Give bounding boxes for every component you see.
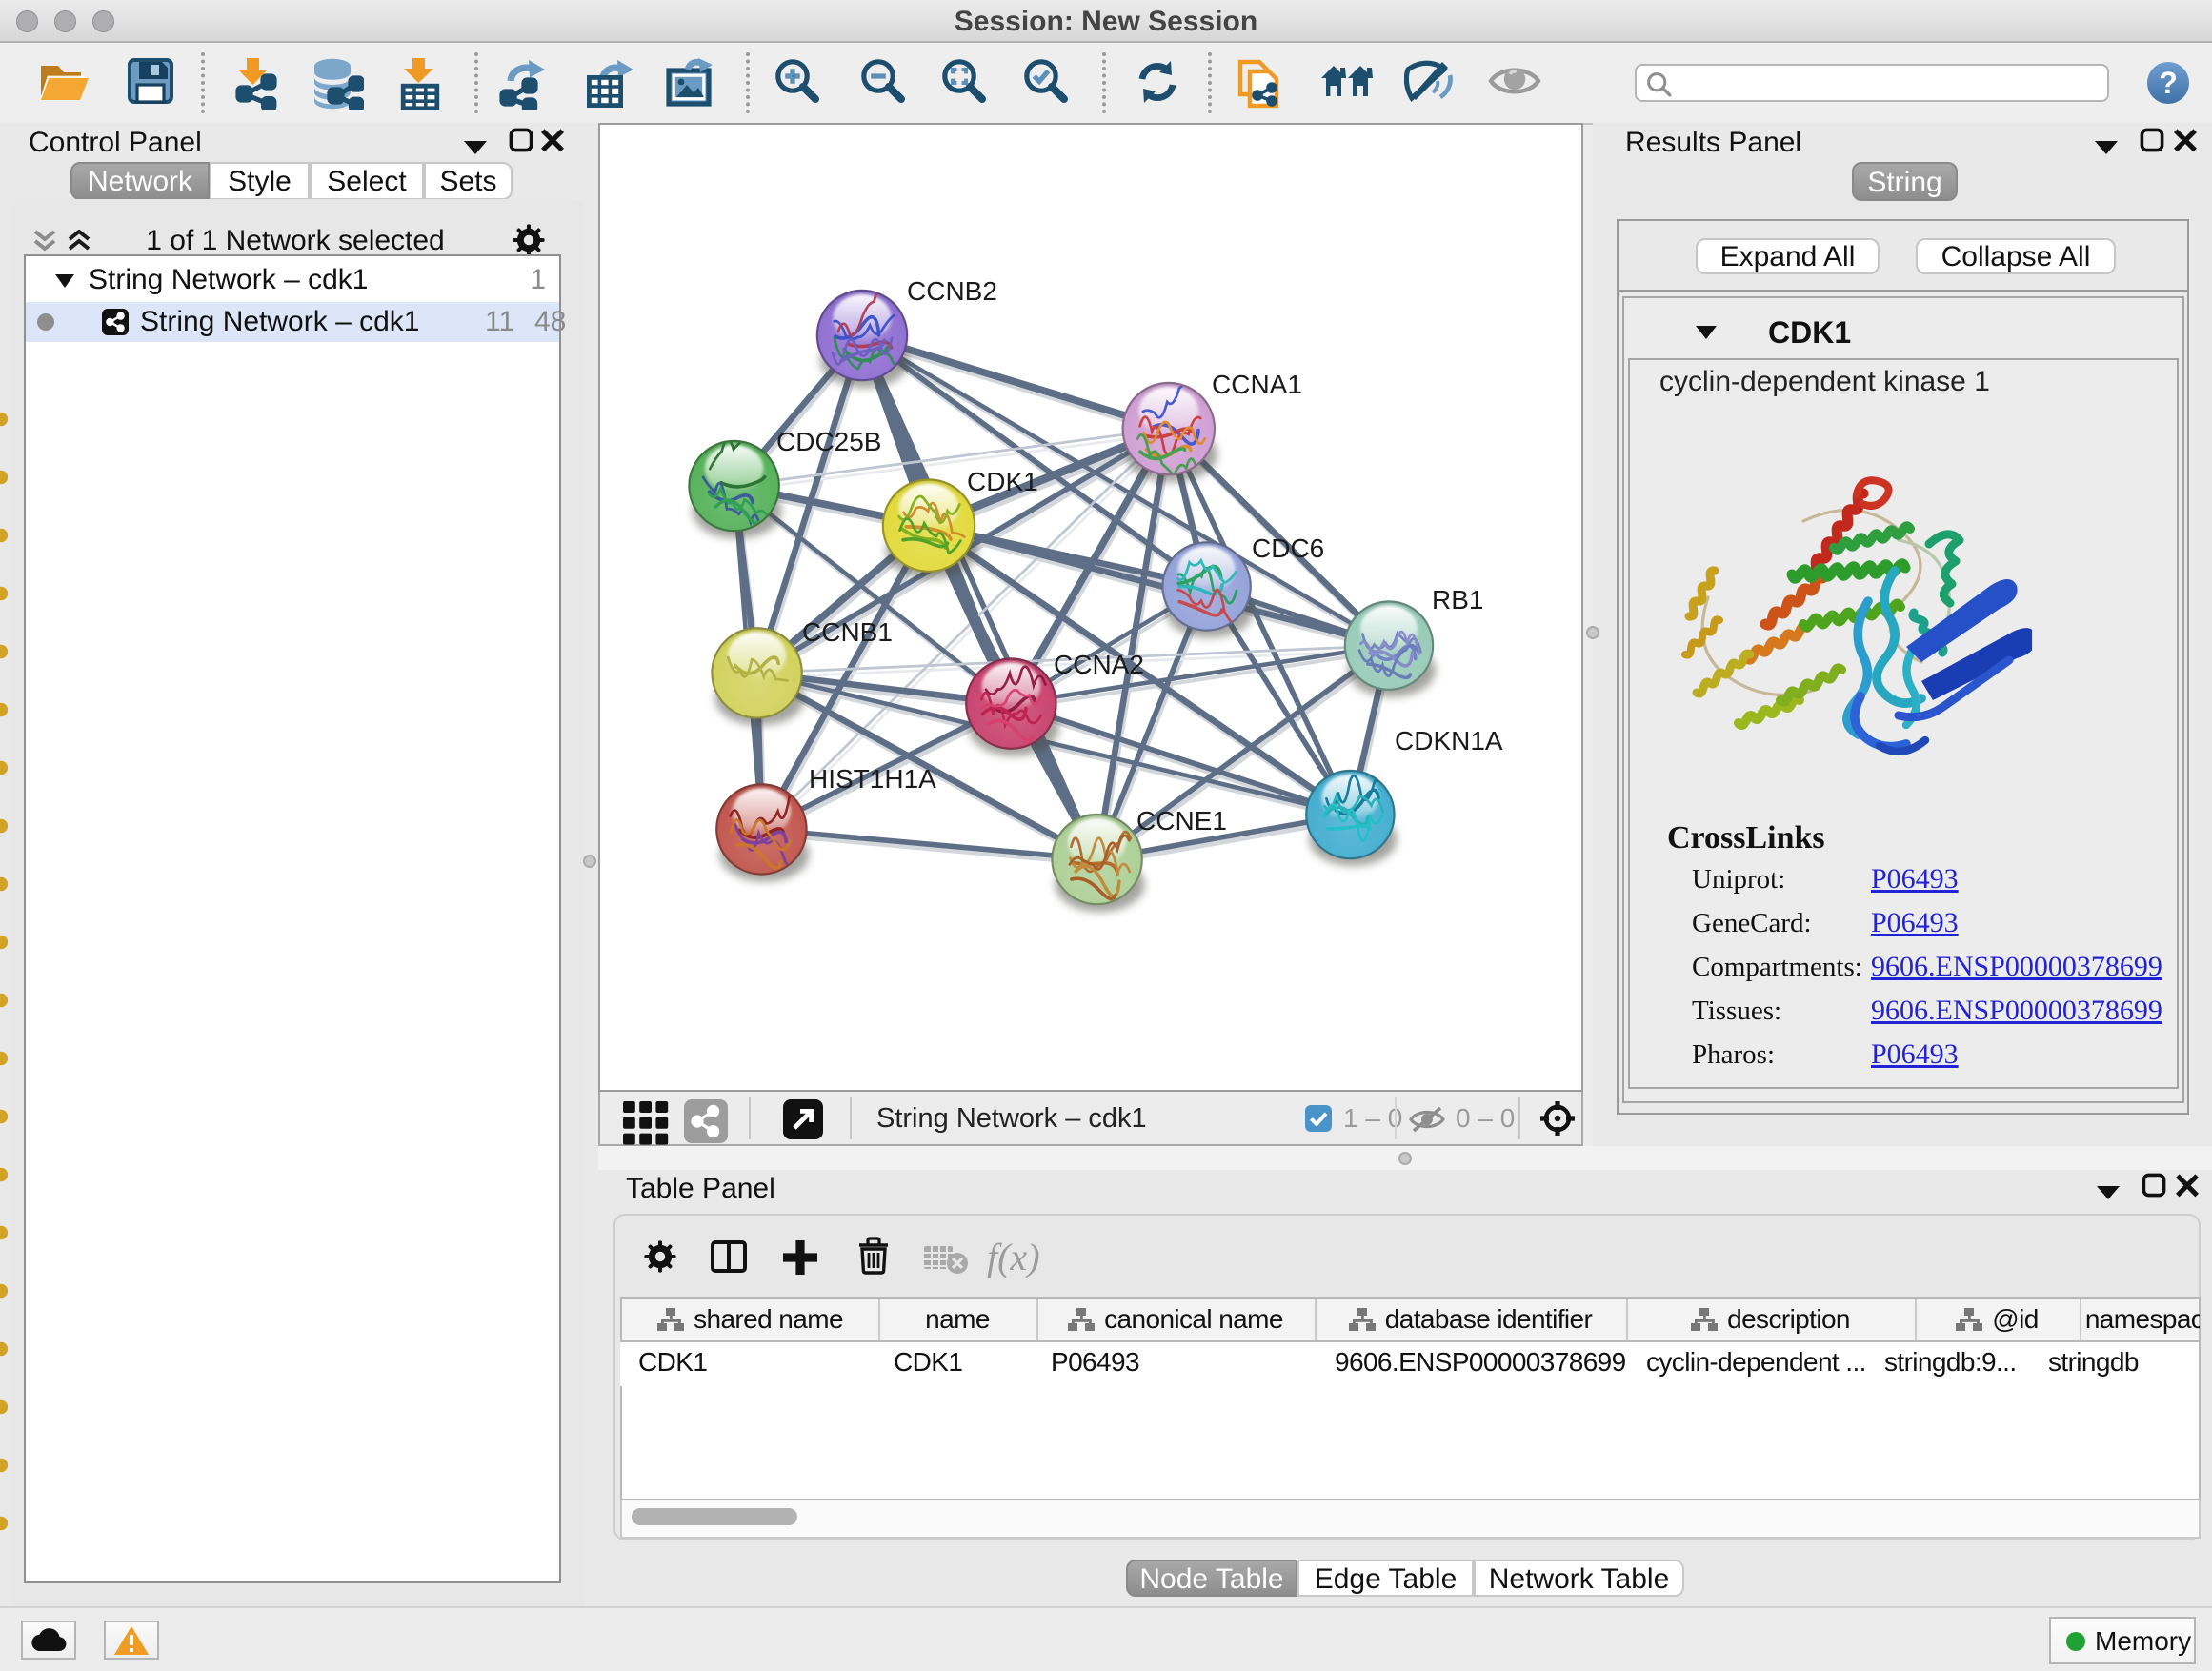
svg-text:CDK1: CDK1 bbox=[967, 467, 1038, 496]
svg-text:CCNA1: CCNA1 bbox=[1212, 370, 1302, 399]
svg-text:CCNA2: CCNA2 bbox=[1054, 650, 1144, 679]
svg-text:CDKN1A: CDKN1A bbox=[1395, 726, 1503, 755]
svg-text:CDC6: CDC6 bbox=[1252, 534, 1324, 563]
svg-text:CCNE1: CCNE1 bbox=[1136, 806, 1227, 836]
svg-text:CDC25B: CDC25B bbox=[776, 427, 881, 456]
svg-text:RB1: RB1 bbox=[1432, 585, 1483, 614]
svg-text:CCNB1: CCNB1 bbox=[802, 617, 893, 647]
svg-text:HIST1H1A: HIST1H1A bbox=[809, 764, 936, 794]
svg-text:CCNB2: CCNB2 bbox=[907, 276, 997, 306]
